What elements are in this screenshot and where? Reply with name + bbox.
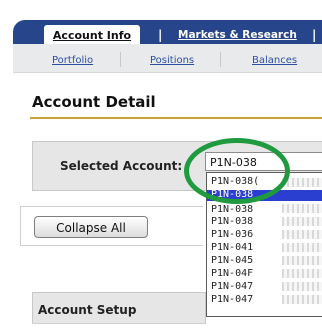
dropdown-option[interactable]: P1N-038 (211, 216, 253, 227)
nav-separator: | (158, 28, 163, 42)
dropdown-option[interactable]: P1N-036 (211, 229, 253, 240)
redacted-text (282, 230, 322, 239)
redacted-text (282, 217, 322, 226)
dropdown-option[interactable]: P1N-041 (211, 242, 253, 253)
title-divider (30, 117, 322, 119)
redacted-text (282, 282, 322, 291)
dropdown-option[interactable]: P1N-04F (211, 268, 253, 279)
redacted-text (282, 256, 322, 265)
sub-link-portfolio[interactable]: Portfolio (52, 55, 93, 66)
account-setup-body (32, 323, 206, 336)
nav-separator-2: | (312, 28, 317, 42)
collapse-all-button[interactable]: Collapse All (34, 216, 148, 238)
sub-link-balances[interactable]: Balances (252, 55, 297, 66)
redacted-text (282, 204, 322, 213)
sub-link-positions[interactable]: Positions (150, 55, 194, 66)
sub-nav-divider (220, 52, 221, 67)
selected-account-label: Selected Account: (60, 159, 183, 173)
dropdown-option[interactable]: P1N-047 (211, 294, 253, 305)
page-title: Account Detail (32, 93, 156, 111)
redacted-text (282, 243, 322, 252)
account-setup-heading: Account Setup (38, 303, 137, 317)
dropdown-option[interactable]: P1N-047 (211, 281, 253, 292)
sub-nav-divider (120, 52, 121, 67)
dropdown-option[interactable]: P1N-045 (211, 255, 253, 266)
highlight-circle-annotation (184, 138, 290, 204)
redacted-text (282, 295, 322, 304)
tab-markets-research[interactable]: Markets & Research (178, 29, 297, 41)
dropdown-option[interactable]: P1N-038 (211, 204, 253, 215)
redacted-text (282, 269, 322, 278)
